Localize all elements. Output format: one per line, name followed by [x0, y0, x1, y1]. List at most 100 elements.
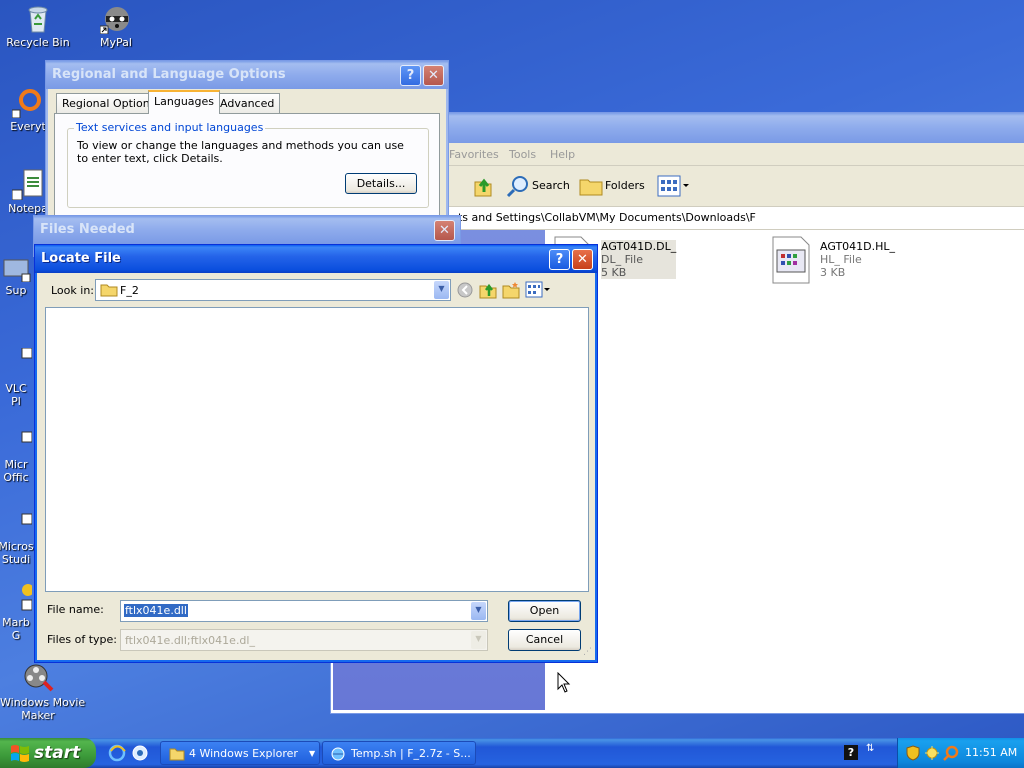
- search-button[interactable]: Search: [506, 174, 570, 198]
- file-name-value: ftlx041e.dll: [124, 604, 188, 617]
- taskbar: start 4 Windows Explorer ▼ Temp.sh | F_2…: [0, 738, 1024, 768]
- group-description: To view or change the languages and meth…: [77, 139, 404, 165]
- up-folder-icon[interactable]: [471, 174, 495, 201]
- mouse-cursor-icon: [557, 672, 571, 693]
- network-icon[interactable]: ⇅: [866, 743, 874, 754]
- views-icon[interactable]: [657, 175, 691, 200]
- search-icon: [506, 176, 528, 198]
- file-type: DL_ File: [601, 253, 644, 266]
- chevron-down-icon[interactable]: ▼: [434, 281, 449, 299]
- help-icon[interactable]: ?: [549, 249, 570, 270]
- file-name-field[interactable]: ftlx041e.dll ▼: [120, 600, 488, 622]
- folders-label: Folders: [605, 179, 645, 192]
- regional-options-window: Regional and Language Options ? ✕ Region…: [45, 60, 449, 222]
- desktop-icon-label: Windows Movie Maker: [0, 696, 86, 722]
- desktop-icon-label: MyPal: [100, 36, 132, 49]
- close-icon[interactable]: ✕: [572, 249, 593, 270]
- file-name: AGT041D.DL_: [601, 240, 677, 253]
- raccoon-icon: [99, 2, 132, 35]
- taskbar-button-label: Temp.sh | F_2.7z - S...: [351, 747, 471, 760]
- back-icon[interactable]: [456, 281, 474, 302]
- marble-icon: [0, 582, 34, 614]
- desktop-icon-mypal[interactable]: MyPal: [78, 2, 154, 49]
- magnifier-icon: [11, 86, 44, 119]
- tab-advanced[interactable]: Advanced: [214, 93, 281, 113]
- folders-icon: [579, 179, 603, 196]
- menu-favorites[interactable]: Favorites: [449, 148, 499, 161]
- tab-regional-options[interactable]: Regional Options: [56, 93, 162, 113]
- details-button[interactable]: Details...: [345, 173, 417, 194]
- search-label: Search: [532, 179, 570, 192]
- studio-icon: [0, 506, 33, 538]
- explorer-quicklaunch-icon[interactable]: [131, 744, 149, 765]
- notepad-icon: [11, 168, 44, 201]
- tab-languages[interactable]: Languages: [148, 90, 221, 114]
- tab-label: Languages: [154, 95, 215, 108]
- new-folder-icon[interactable]: [501, 280, 521, 303]
- file-list[interactable]: [45, 307, 589, 592]
- file-type-select[interactable]: ftlx041e.dll;ftlx041e.dl_ ▼: [120, 629, 488, 651]
- file-size: 3 KB: [820, 266, 846, 279]
- tab-panel: Text services and input languages To vie…: [54, 113, 440, 221]
- folders-button[interactable]: Folders: [579, 174, 645, 198]
- taskbar-button-temp-sh[interactable]: Temp.sh | F_2.7z - S...: [322, 741, 476, 765]
- recycle-bin-icon: [22, 2, 54, 34]
- office-icon: [0, 424, 33, 456]
- close-icon[interactable]: ✕: [434, 220, 455, 241]
- system-tray: 11:51 AM: [897, 738, 1024, 768]
- chevron-down-icon[interactable]: ▼: [471, 602, 486, 620]
- file-name-label: File name:: [47, 603, 104, 616]
- address-path: nts and Settings\CollabVM\My Documents\D…: [451, 211, 756, 224]
- file-type-value: ftlx041e.dll;ftlx041e.dl_: [125, 634, 255, 647]
- cancel-button[interactable]: Cancel: [508, 629, 581, 651]
- file-name: AGT041D.HL_: [820, 240, 896, 253]
- files-needed-titlebar[interactable]: Files Needed: [34, 216, 460, 244]
- window-title: Files Needed: [40, 222, 135, 237]
- look-in-label: Look in:: [51, 284, 94, 297]
- help-icon[interactable]: ?: [844, 745, 858, 760]
- start-label: start: [34, 743, 81, 763]
- window-title: Regional and Language Options: [52, 67, 286, 82]
- menu-help[interactable]: Help: [550, 148, 575, 161]
- ie-quicklaunch-icon[interactable]: [108, 744, 126, 765]
- file-type-label: Files of type:: [47, 633, 118, 646]
- look-in-select[interactable]: F_2 ▼: [95, 279, 451, 301]
- film-reel-icon: [22, 662, 54, 694]
- taskbar-button-windows-explorer[interactable]: 4 Windows Explorer ▼: [160, 741, 320, 765]
- menu-tools[interactable]: Tools: [509, 148, 536, 161]
- clock[interactable]: 11:51 AM: [965, 746, 1017, 759]
- taskbar-button-label: 4 Windows Explorer: [189, 747, 298, 760]
- desktop-icon-recycle-bin[interactable]: Recycle Bin: [0, 2, 76, 49]
- resize-grip[interactable]: ⋰: [583, 647, 592, 657]
- file-size: 5 KB: [601, 266, 627, 279]
- folder-icon: [100, 284, 118, 297]
- open-button[interactable]: Open: [508, 600, 581, 622]
- tab-label: Advanced: [220, 97, 275, 110]
- vlc-cone-icon: [0, 347, 33, 380]
- windows-logo-icon: [11, 745, 29, 762]
- up-folder-icon[interactable]: [478, 280, 498, 303]
- locate-titlebar[interactable]: Locate File: [35, 245, 597, 273]
- start-button[interactable]: start: [0, 738, 96, 768]
- help-icon[interactable]: ?: [400, 65, 421, 86]
- tab-label: Regional Options: [62, 97, 156, 110]
- chevron-down-icon: ▼: [309, 749, 316, 758]
- browser-icon: [331, 747, 345, 761]
- regional-titlebar[interactable]: Regional and Language Options: [46, 61, 448, 89]
- group-box: Text services and input languages To vie…: [67, 121, 429, 208]
- hl-file-icon: [772, 236, 810, 284]
- chevron-down-icon[interactable]: ▼: [471, 631, 486, 649]
- window-title: Locate File: [41, 251, 121, 266]
- desktop-icon-movie-maker[interactable]: Windows Movie Maker: [0, 662, 86, 722]
- shortcut-icon: [0, 250, 32, 283]
- close-icon[interactable]: ✕: [423, 65, 444, 86]
- view-menu-icon[interactable]: [525, 281, 551, 302]
- look-in-value: F_2: [120, 284, 139, 297]
- locate-file-dialog: Locate File ? ✕ Look in: F_2 ▼ File name…: [34, 244, 598, 663]
- search-icon[interactable]: [943, 745, 959, 761]
- group-title: Text services and input languages: [74, 121, 266, 134]
- shield-icon[interactable]: [906, 745, 920, 761]
- network-activity-icon[interactable]: [924, 745, 940, 761]
- desktop-icon-label: Recycle Bin: [6, 36, 70, 49]
- file-item[interactable]: AGT041D.HL_ HL_ File 3 KB: [771, 236, 901, 284]
